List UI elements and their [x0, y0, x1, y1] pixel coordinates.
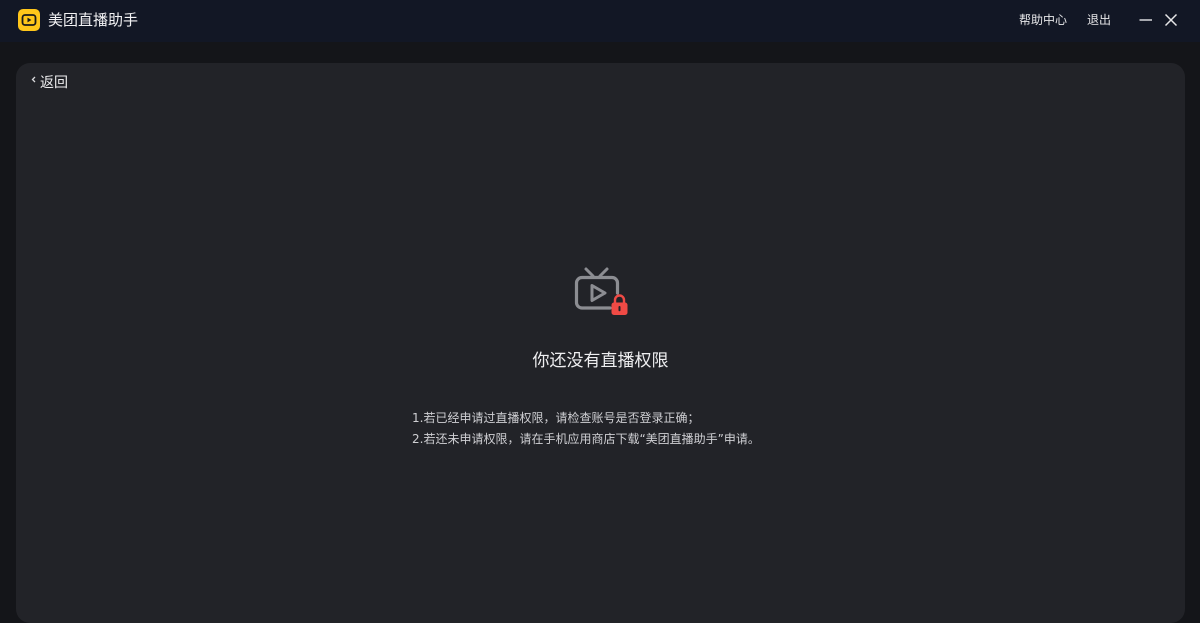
- minimize-button[interactable]: [1137, 11, 1155, 29]
- help-center-link[interactable]: 帮助中心: [1019, 12, 1067, 28]
- back-label: 返回: [40, 75, 68, 91]
- logout-link[interactable]: 退出: [1087, 12, 1111, 28]
- app-logo-icon: [18, 9, 40, 31]
- tip-line-1: 1.若已经申请过直播权限，请检查账号是否登录正确；: [412, 411, 700, 425]
- tv-play-lock-icon: [574, 267, 628, 315]
- chevron-left-icon: [31, 76, 36, 83]
- minimize-icon: [1139, 19, 1152, 21]
- app-title: 美团直播助手: [48, 11, 139, 29]
- no-permission-title: 你还没有直播权限: [532, 351, 669, 371]
- close-icon: [1164, 13, 1178, 27]
- title-bar: 美团直播助手 帮助中心 退出: [0, 0, 1200, 42]
- content-panel: 返回 你还没有直播权限 1.若已经申请过直播权限，请检查账号是否登录正确； 2.…: [16, 63, 1185, 623]
- close-button[interactable]: [1162, 11, 1180, 29]
- back-button[interactable]: 返回: [29, 73, 68, 93]
- permission-tips: 1.若已经申请过直播权限，请检查账号是否登录正确； 2.若还未申请权限，请在手机…: [412, 408, 760, 450]
- tip-line-2: 2.若还未申请权限，请在手机应用商店下载“美团直播助手”申请。: [412, 432, 760, 446]
